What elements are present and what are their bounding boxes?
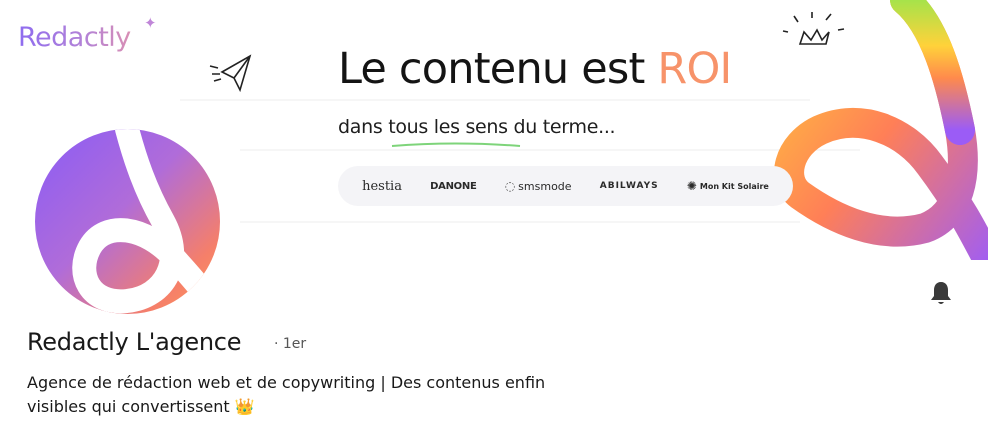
- paper-plane-icon: [209, 54, 252, 93]
- sun-gear-icon: ✺: [686, 179, 697, 193]
- notification-bell-button[interactable]: [926, 278, 956, 308]
- subline-underlined: tous les sens: [388, 116, 508, 138]
- chat-bubble-icon: ◌: [504, 179, 516, 193]
- company-avatar[interactable]: [31, 125, 224, 318]
- partner-mon-kit-solaire: ✺ Mon Kit Solaire: [687, 179, 769, 193]
- company-name[interactable]: Redactly L'agence: [27, 328, 241, 356]
- company-tagline: Agence de rédaction web et de copywritin…: [27, 371, 647, 419]
- tagline-line-1: Agence de rédaction web et de copywritin…: [27, 373, 546, 392]
- tagline-line-2: visibles qui convertissent 👑: [27, 395, 647, 419]
- partner-mks-label: Mon Kit Solaire: [699, 181, 769, 191]
- bell-icon: [931, 282, 951, 304]
- partner-logos: hestia DANONE ◌ smsmode ABILWAYS ✺ Mon Kit…: [338, 166, 793, 206]
- redactly-logo-icon: [72, 129, 220, 314]
- headline-main: Le contenu est: [338, 44, 658, 94]
- partner-hestia: hestia: [362, 178, 402, 194]
- sparkle-icon: ✦: [144, 14, 157, 32]
- subline-after: du terme...: [507, 116, 616, 138]
- connection-degree: · 1er: [274, 336, 307, 352]
- banner-headline: Le contenu est ROI: [338, 44, 732, 94]
- brand-logo: Redactly: [18, 22, 131, 53]
- banner-subline: dans tous les sens du terme...: [338, 116, 616, 138]
- headline-accent: ROI: [657, 44, 732, 94]
- partner-smsmode-label: smsmode: [518, 179, 572, 193]
- subline-before: dans: [338, 116, 389, 138]
- tagline-line-2-text: visibles qui convertissent: [27, 397, 230, 416]
- partner-danone: DANONE: [430, 180, 477, 192]
- crown-doodle-icon: [782, 12, 845, 45]
- crown-emoji-icon: 👑: [234, 397, 255, 416]
- partner-smsmode: ◌ smsmode: [505, 179, 572, 193]
- partner-abilways: ABILWAYS: [599, 181, 659, 191]
